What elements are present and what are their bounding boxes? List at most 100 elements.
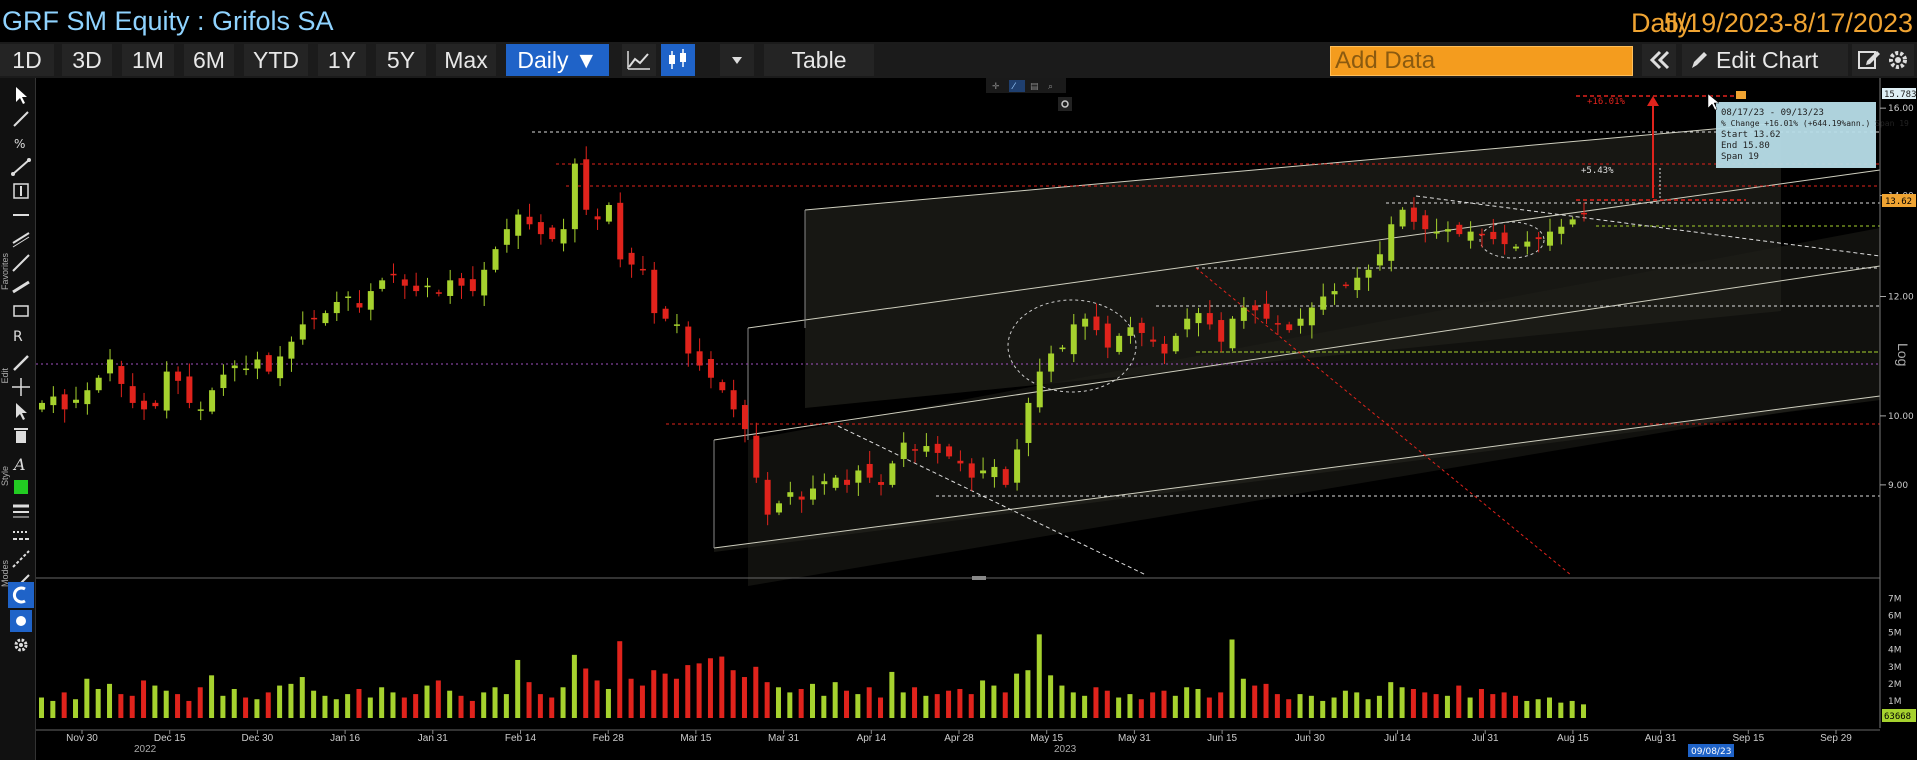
candle-body[interactable]	[673, 324, 680, 326]
volume-bar[interactable]	[299, 677, 305, 718]
volume-bar[interactable]	[1252, 685, 1258, 718]
candle-body[interactable]	[84, 390, 91, 405]
volume-bar[interactable]	[1410, 688, 1416, 718]
volume-bar[interactable]	[1456, 685, 1462, 718]
volume-bar[interactable]	[1467, 697, 1473, 718]
volume-bar[interactable]	[810, 683, 815, 718]
range-button-1d[interactable]: 1D	[0, 44, 54, 76]
candle-body[interactable]	[356, 303, 363, 308]
volume-bar[interactable]	[1320, 700, 1326, 718]
tool-settings-gear-icon[interactable]	[10, 634, 32, 656]
candlestick-chart-icon[interactable]	[661, 44, 695, 76]
volume-bar[interactable]	[934, 694, 940, 718]
candle-body[interactable]	[1490, 231, 1497, 240]
candle-body[interactable]	[594, 216, 601, 220]
text-box-icon[interactable]	[10, 180, 32, 202]
fibonacci-icon[interactable]	[10, 276, 32, 298]
candle-body[interactable]	[243, 368, 250, 371]
volume-bar[interactable]	[1036, 634, 1042, 718]
volume-bar[interactable]	[73, 699, 79, 718]
date-range-label[interactable]: 5/19/2023-8/17/2023	[1664, 8, 1913, 39]
candle-body[interactable]	[1546, 231, 1553, 246]
volume-bar[interactable]	[1569, 700, 1575, 718]
candle-body[interactable]	[1014, 449, 1021, 483]
candle-body[interactable]	[1467, 231, 1474, 241]
candle-body[interactable]	[209, 390, 216, 412]
range-button-6m[interactable]: 6M	[184, 44, 234, 76]
candle-body[interactable]	[798, 496, 805, 500]
volume-bar[interactable]	[141, 680, 147, 718]
add-data-field[interactable]	[1330, 46, 1633, 76]
candle-body[interactable]	[1331, 291, 1338, 295]
volume-bar[interactable]	[1331, 697, 1337, 718]
candle-body[interactable]	[787, 492, 794, 497]
candle-body[interactable]	[175, 371, 182, 381]
candle-body[interactable]	[1240, 307, 1247, 321]
date-axis[interactable]: Nov 30 Dec 15 Dec 30 Jan 16 Jan 31 Feb 14 Feb …	[66, 730, 1852, 744]
candle-body[interactable]	[129, 386, 136, 403]
candle-body[interactable]	[469, 279, 476, 292]
candle-body[interactable]	[197, 409, 204, 411]
candle-body[interactable]	[152, 402, 159, 407]
candle-body[interactable]	[651, 269, 658, 314]
volume-bar[interactable]	[186, 700, 192, 718]
price-chart[interactable]: +16.01% +5.43% 08/17/23 - 09/13/23 % Cha…	[36, 78, 1917, 760]
volume-bar[interactable]	[50, 700, 56, 718]
candle-body[interactable]	[821, 481, 828, 485]
volume-bar[interactable]	[345, 694, 351, 718]
candle-body[interactable]	[492, 249, 499, 270]
volume-bar[interactable]	[197, 687, 203, 718]
volume-bar[interactable]	[753, 666, 759, 718]
volume-bar[interactable]	[866, 687, 872, 718]
candle-body[interactable]	[957, 460, 964, 464]
volume-bar[interactable]	[220, 695, 226, 718]
volume-bar[interactable]	[1059, 685, 1065, 718]
volume-bar[interactable]	[1365, 699, 1371, 718]
candle-body[interactable]	[277, 356, 284, 379]
volume-bar[interactable]	[175, 694, 181, 718]
candle-body[interactable]	[719, 382, 726, 391]
volume-bar[interactable]	[1138, 699, 1144, 718]
volume-bar[interactable]	[1501, 692, 1507, 718]
volume-bar[interactable]	[741, 677, 747, 718]
candle-body[interactable]	[503, 229, 510, 245]
candle-body[interactable]	[1229, 318, 1236, 349]
volume-bar[interactable]	[832, 682, 838, 718]
volume-bar[interactable]	[707, 658, 713, 718]
candle-body[interactable]	[118, 366, 125, 384]
candle-body[interactable]	[1365, 269, 1372, 278]
volume-bar[interactable]	[923, 695, 929, 718]
candle-body[interactable]	[1558, 226, 1565, 234]
volume-bar[interactable]	[1206, 697, 1212, 718]
candle-body[interactable]	[707, 358, 714, 378]
candle-body[interactable]	[231, 365, 238, 369]
volume-bar[interactable]	[333, 699, 339, 718]
range-button-3d[interactable]: 3D	[62, 44, 112, 76]
dash-line-icon[interactable]	[10, 548, 32, 570]
chart-type-chevron-down-icon[interactable]	[720, 44, 754, 76]
candle-body[interactable]	[946, 446, 953, 457]
volume-bar[interactable]	[1263, 683, 1269, 718]
volume-bar[interactable]	[912, 687, 918, 718]
volume-bar[interactable]	[764, 682, 770, 718]
candle-body[interactable]	[1048, 353, 1055, 372]
cursor-mode-icon[interactable]	[10, 610, 32, 632]
candle-body[interactable]	[1286, 324, 1293, 331]
candle-body[interactable]	[866, 463, 873, 478]
candle-body[interactable]	[458, 278, 465, 286]
candle-body[interactable]	[1184, 318, 1191, 330]
volume-bar[interactable]	[1308, 695, 1314, 718]
rectangle-icon[interactable]	[10, 300, 32, 322]
candle-body[interactable]	[1478, 233, 1485, 236]
candle-body[interactable]	[1127, 327, 1134, 336]
candle-body[interactable]	[1274, 323, 1281, 325]
candle-body[interactable]	[1524, 241, 1531, 247]
candle-body[interactable]	[50, 396, 57, 406]
candle-body[interactable]	[435, 292, 442, 294]
volume-bar[interactable]	[639, 685, 645, 718]
volume-bar[interactable]	[152, 685, 158, 718]
volume-bar[interactable]	[549, 697, 555, 718]
volume-bar[interactable]	[1342, 690, 1348, 718]
candle-body[interactable]	[345, 296, 352, 299]
volume-bar[interactable]	[107, 683, 113, 718]
